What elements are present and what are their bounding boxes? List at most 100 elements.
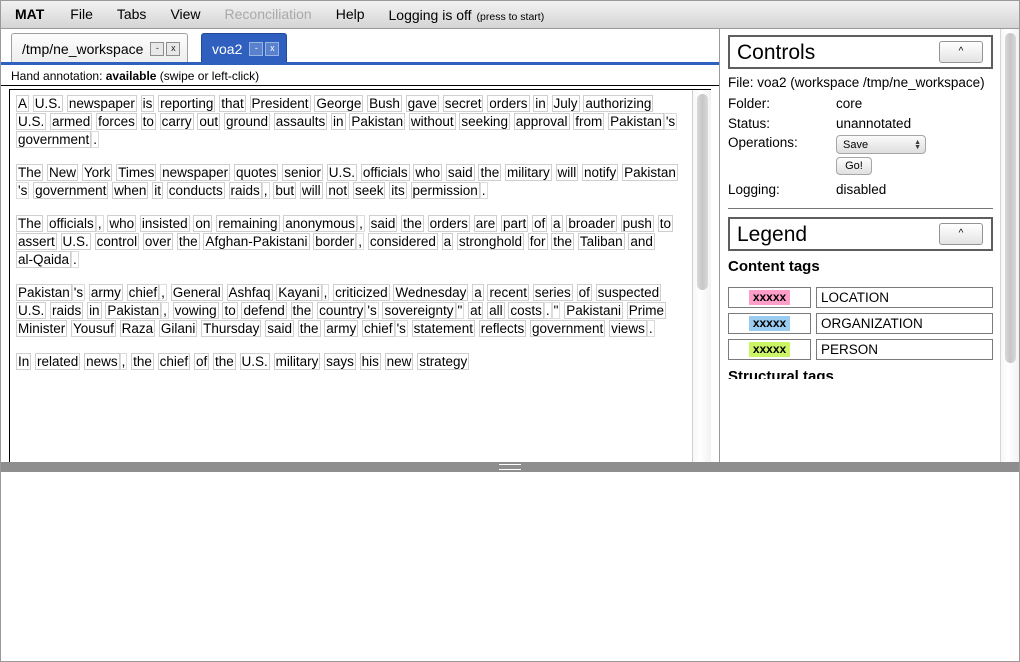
document-token[interactable]: In <box>16 353 32 370</box>
document-token[interactable]: U.S. <box>326 164 358 181</box>
document-token[interactable]: series <box>532 284 573 301</box>
document-token[interactable]: raids <box>228 182 262 199</box>
document-token[interactable]: Minister <box>16 320 68 337</box>
document-token[interactable]: is <box>140 95 155 112</box>
document-token[interactable]: Times <box>116 164 157 181</box>
document-token[interactable]: country <box>317 302 366 319</box>
document-scrollbar-thumb[interactable] <box>697 94 708 290</box>
document-token[interactable]: Pakistan <box>16 284 72 301</box>
document-token[interactable]: Pakistan <box>622 164 678 181</box>
document-token[interactable]: on <box>193 215 213 232</box>
document-token[interactable]: but <box>273 182 297 199</box>
document-token[interactable]: the <box>401 215 424 232</box>
document-token[interactable]: its <box>389 182 407 199</box>
document-token[interactable]: that <box>219 95 246 112</box>
document-token[interactable]: suspected <box>595 284 662 301</box>
document-token[interactable]: of <box>193 353 210 370</box>
document-token[interactable]: officials <box>360 164 410 181</box>
document-token[interactable]: , <box>321 284 330 301</box>
document-token[interactable]: Pakistan <box>105 302 162 319</box>
document-token[interactable]: the <box>176 233 200 250</box>
document-token[interactable]: recent <box>487 284 530 301</box>
document-token[interactable]: newspaper <box>66 95 137 112</box>
document-token[interactable]: defend <box>241 302 287 319</box>
document-token[interactable]: a <box>551 215 563 232</box>
pane-splitter[interactable] <box>1 462 1019 472</box>
menu-item-tabs[interactable]: Tabs <box>105 1 159 28</box>
document-token[interactable]: a <box>441 233 454 250</box>
menu-item-file[interactable]: File <box>58 1 105 28</box>
document-token[interactable]: Thursday <box>201 320 262 337</box>
document-token[interactable]: New <box>47 164 79 181</box>
document-token[interactable]: chief <box>157 353 191 370</box>
document-token[interactable]: said <box>368 215 398 232</box>
document-token[interactable]: related <box>35 353 81 370</box>
document-token[interactable]: anonymous <box>283 215 358 232</box>
document-token[interactable]: army <box>324 320 359 337</box>
document-token[interactable]: military <box>504 164 552 181</box>
document-token[interactable]: statement <box>411 320 475 337</box>
document-token[interactable]: The <box>16 164 44 181</box>
document-token[interactable]: of <box>576 284 592 301</box>
document-token[interactable]: al-Qaida <box>16 251 72 268</box>
document-token[interactable]: government <box>33 182 109 199</box>
document-token[interactable]: U.S. <box>60 233 91 250</box>
document-token[interactable]: not <box>326 182 350 199</box>
document-token[interactable]: chief <box>126 284 160 301</box>
document-token[interactable]: said <box>265 320 294 337</box>
document-token[interactable]: of <box>532 215 548 232</box>
menu-brand-mat[interactable]: MAT <box>1 1 58 28</box>
document-token[interactable]: , <box>356 233 365 250</box>
tab-voa2-close-icon[interactable]: x <box>265 41 280 56</box>
side-panel-vertical-scrollbar[interactable] <box>1000 29 1019 462</box>
logging-toggle[interactable]: Logging is off (press to start) <box>377 7 557 23</box>
document-token[interactable]: border <box>313 233 357 250</box>
document-token[interactable]: are <box>473 215 498 232</box>
document-token[interactable]: new <box>384 353 414 370</box>
document-token[interactable]: Raza <box>119 320 156 337</box>
document-token[interactable]: George <box>314 95 364 112</box>
document-token[interactable]: orders <box>427 215 470 232</box>
document-token[interactable]: . <box>543 302 552 319</box>
document-token[interactable]: permission <box>410 182 480 199</box>
document-token[interactable]: newspaper <box>160 164 231 181</box>
document-token[interactable]: Ashfaq <box>226 284 273 301</box>
tab-voa2[interactable]: voa2 - x <box>201 33 288 63</box>
document-token[interactable]: . <box>479 182 488 199</box>
document-token[interactable]: , <box>159 284 167 301</box>
document-token[interactable]: , <box>161 302 169 319</box>
document-token[interactable]: military <box>273 353 321 370</box>
splitter-grip-handle[interactable] <box>499 464 521 470</box>
legend-tag-name[interactable]: LOCATION <box>816 287 993 308</box>
document-token[interactable]: " <box>551 302 561 319</box>
document-token[interactable]: to <box>657 215 673 232</box>
document-token[interactable]: raids <box>50 302 84 319</box>
document-token[interactable]: a <box>472 284 484 301</box>
tab-workspace-minimize-icon[interactable]: - <box>150 41 165 56</box>
document-token[interactable]: quotes <box>233 164 279 181</box>
document-token[interactable]: says <box>324 353 356 370</box>
document-token[interactable]: officials <box>47 215 96 232</box>
document-token[interactable]: to <box>140 113 156 130</box>
document-token[interactable]: Pakistan <box>349 113 406 130</box>
document-token[interactable]: reflects <box>478 320 527 337</box>
legend-tag-name[interactable]: PERSON <box>816 339 993 360</box>
document-token[interactable]: criticized <box>333 284 390 301</box>
document-token[interactable]: U.S. <box>239 353 270 370</box>
document-token[interactable]: secret <box>442 95 484 112</box>
document-token[interactable]: push <box>620 215 654 232</box>
operations-go-button[interactable]: Go! <box>836 157 872 175</box>
document-token[interactable]: , <box>357 215 365 232</box>
legend-tag-name[interactable]: ORGANIZATION <box>816 313 993 334</box>
document-token[interactable]: when <box>112 182 149 199</box>
document-token[interactable]: " <box>455 302 465 319</box>
document-token[interactable]: authorizing <box>583 95 654 112</box>
document-token[interactable]: ground <box>223 113 270 130</box>
document-token[interactable]: notify <box>582 164 619 181</box>
document-token[interactable]: the <box>290 302 314 319</box>
document-token[interactable]: , <box>119 353 128 370</box>
document-token[interactable]: news <box>84 353 120 370</box>
document-token[interactable]: Wednesday <box>393 284 469 301</box>
document-token[interactable]: his <box>359 353 381 370</box>
document-token[interactable]: in <box>87 302 102 319</box>
